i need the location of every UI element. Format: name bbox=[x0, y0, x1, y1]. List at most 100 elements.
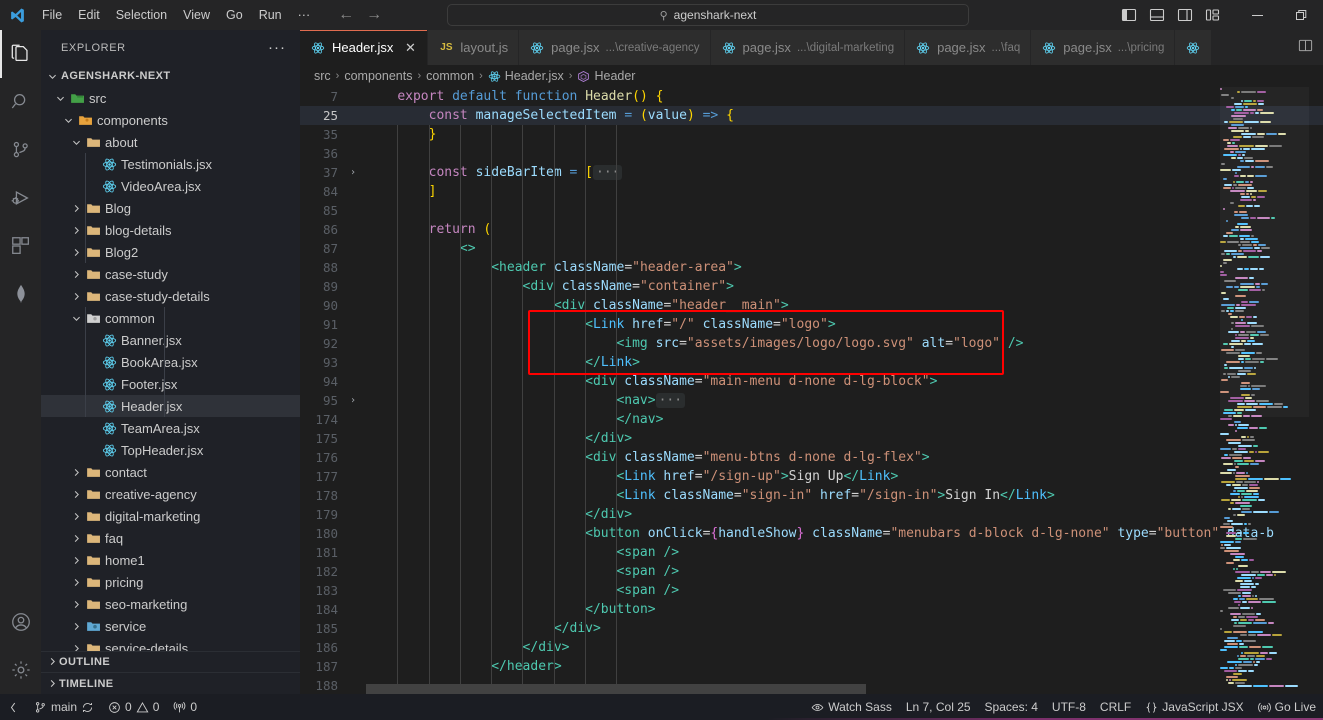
close-icon[interactable]: ✕ bbox=[403, 40, 417, 56]
code-line[interactable]: 36 bbox=[300, 144, 1323, 163]
window-restore-button[interactable] bbox=[1279, 0, 1323, 30]
editor-tab-page-jsx-faq[interactable]: page.jsx ...\faq bbox=[905, 30, 1032, 65]
code-line[interactable]: 175 </div> bbox=[300, 429, 1323, 448]
code-line[interactable]: 91 <Link href="/" className="logo"> bbox=[300, 315, 1323, 334]
tree-folder-contact[interactable]: contact bbox=[41, 461, 300, 483]
outline-section[interactable]: OUTLINE bbox=[41, 650, 300, 673]
code-lines[interactable]: 7 export default function Header() {25 c… bbox=[300, 87, 1323, 694]
tree-file-videoarea.jsx[interactable]: VideoArea.jsx bbox=[41, 175, 300, 197]
editor-tab-layout-js[interactable]: JS layout.js bbox=[428, 30, 520, 65]
menu-edit[interactable]: Edit bbox=[70, 4, 108, 26]
tree-folder-creative-agency[interactable]: creative-agency bbox=[41, 483, 300, 505]
status-language-mode[interactable]: JavaScript JSX bbox=[1138, 694, 1250, 720]
tree-folder-blog2[interactable]: Blog2 bbox=[41, 241, 300, 263]
customize-layout-icon[interactable] bbox=[1205, 7, 1221, 23]
code-line[interactable]: 177 <Link href="/sign-up">Sign Up</Link> bbox=[300, 467, 1323, 486]
code-line[interactable]: 183 <span /> bbox=[300, 581, 1323, 600]
tree-file-banner.jsx[interactable]: Banner.jsx bbox=[41, 329, 300, 351]
menu-view[interactable]: View bbox=[175, 4, 218, 26]
fold-chevron-icon[interactable]: › bbox=[346, 395, 360, 406]
code-line[interactable]: 25 const manageSelectedItem = (value) =>… bbox=[300, 106, 1323, 125]
editor-tab-header-jsx[interactable]: Header.jsx ✕ bbox=[300, 30, 429, 65]
file-tree[interactable]: AGENSHARK-NEXT src components about Testimon… bbox=[41, 65, 300, 651]
tree-file-testimonials.jsx[interactable]: Testimonials.jsx bbox=[41, 153, 300, 175]
status-eol[interactable]: CRLF bbox=[1093, 694, 1138, 720]
code-line[interactable]: 92 <img src="assets/images/logo/logo.svg… bbox=[300, 334, 1323, 353]
code-line[interactable]: 180 <button onClick={handleShow} classNa… bbox=[300, 524, 1323, 543]
tree-file-footer.jsx[interactable]: Footer.jsx bbox=[41, 373, 300, 395]
tree-folder-home1[interactable]: home1 bbox=[41, 549, 300, 571]
code-line[interactable]: 184 </button> bbox=[300, 600, 1323, 619]
code-line[interactable]: 187 </header> bbox=[300, 657, 1323, 676]
editor-tabs[interactable]: Header.jsx ✕ JS layout.js page.jsx ...\creati… bbox=[300, 30, 1323, 65]
code-line[interactable]: 182 <span /> bbox=[300, 562, 1323, 581]
breadcrumb[interactable]: src › components › common › Header.jsx › Header bbox=[300, 65, 1323, 87]
activity-extensions[interactable] bbox=[0, 222, 41, 270]
tree-folder-blog[interactable]: Blog bbox=[41, 197, 300, 219]
activity-settings[interactable] bbox=[0, 646, 41, 694]
status-branch[interactable]: main bbox=[27, 694, 101, 720]
status-remote-window[interactable] bbox=[0, 694, 27, 720]
window-minimize-button[interactable] bbox=[1235, 0, 1279, 30]
tree-folder-service-details[interactable]: service-details bbox=[41, 637, 300, 651]
status-ports[interactable]: 0 bbox=[166, 694, 204, 720]
tree-folder-service[interactable]: service bbox=[41, 615, 300, 637]
code-line[interactable]: 179 </div> bbox=[300, 505, 1323, 524]
tree-file-bookarea.jsx[interactable]: BookArea.jsx bbox=[41, 351, 300, 373]
code-line[interactable]: 185 </div> bbox=[300, 619, 1323, 638]
code-line[interactable]: 37 › const sideBarItem = [··· bbox=[300, 163, 1323, 182]
editor-tab-page-jsx-digital-marketing[interactable]: page.jsx ...\digital-marketing bbox=[710, 30, 906, 65]
tree-folder-common[interactable]: common bbox=[41, 307, 300, 329]
code-line[interactable]: 186 </div> bbox=[300, 638, 1323, 657]
code-line[interactable]: 176 <div className="menu-btns d-none d-l… bbox=[300, 448, 1323, 467]
editor-tab-page-jsx-creative-agency[interactable]: page.jsx ...\creative-agency bbox=[519, 30, 711, 65]
menu-go[interactable]: Go bbox=[218, 4, 251, 26]
status-watch-sass[interactable]: Watch Sass bbox=[804, 694, 899, 720]
menu-selection[interactable]: Selection bbox=[108, 4, 175, 26]
tree-file-topheader.jsx[interactable]: TopHeader.jsx bbox=[41, 439, 300, 461]
activity-search[interactable] bbox=[0, 78, 41, 126]
arrow-right-icon[interactable]: → bbox=[366, 7, 382, 23]
arrow-left-icon[interactable]: ← bbox=[338, 7, 354, 23]
code-line[interactable]: 174 </nav> bbox=[300, 410, 1323, 429]
tree-folder-digital-marketing[interactable]: digital-marketing bbox=[41, 505, 300, 527]
status-cursor-position[interactable]: Ln 7, Col 25 bbox=[899, 694, 978, 720]
breadcrumb-item-components[interactable]: components bbox=[344, 69, 412, 83]
explorer-more-actions[interactable]: ··· bbox=[268, 39, 294, 56]
activity-mongodb[interactable] bbox=[0, 270, 41, 318]
breadcrumb-item-header[interactable]: Header bbox=[577, 69, 635, 83]
timeline-section[interactable]: TIMELINE bbox=[41, 672, 300, 694]
status-encoding[interactable]: UTF-8 bbox=[1045, 694, 1093, 720]
code-line[interactable]: 178 <Link className="sign-in" href="/sig… bbox=[300, 486, 1323, 505]
quick-search-input[interactable]: ⚲ agenshark-next bbox=[447, 4, 969, 26]
code-line[interactable]: 93 </Link> bbox=[300, 353, 1323, 372]
activity-run-and-debug[interactable] bbox=[0, 174, 41, 222]
editor-tab-page-jsx-pricing[interactable]: page.jsx ...\pricing bbox=[1031, 30, 1176, 65]
menu-more[interactable]: ··· bbox=[290, 4, 319, 26]
minimap[interactable] bbox=[1220, 87, 1309, 694]
toggle-primary-sidebar-icon[interactable] bbox=[1121, 7, 1137, 23]
tree-file-teamarea.jsx[interactable]: TeamArea.jsx bbox=[41, 417, 300, 439]
breadcrumb-item-src[interactable]: src bbox=[314, 69, 331, 83]
tree-folder-blog-details[interactable]: blog-details bbox=[41, 219, 300, 241]
horizontal-scrollbar[interactable] bbox=[300, 684, 1309, 694]
status-go-live[interactable]: Go Live bbox=[1251, 694, 1323, 720]
minimap-slider[interactable] bbox=[1220, 87, 1309, 417]
activity-source-control[interactable] bbox=[0, 126, 41, 174]
editor-tab-extra[interactable] bbox=[1175, 30, 1213, 65]
toggle-panel-icon[interactable] bbox=[1149, 7, 1165, 23]
code-line[interactable]: 95 › <nav> ··· bbox=[300, 391, 1323, 410]
breadcrumb-item-header-jsx[interactable]: Header.jsx bbox=[488, 69, 564, 83]
code-line[interactable]: 85 bbox=[300, 201, 1323, 220]
code-editor[interactable]: 7 export default function Header() {25 c… bbox=[300, 87, 1323, 694]
activity-explorer[interactable] bbox=[0, 30, 41, 78]
breadcrumb-item-common[interactable]: common bbox=[426, 69, 474, 83]
toggle-secondary-sidebar-icon[interactable] bbox=[1177, 7, 1193, 23]
tree-folder-case-study-details[interactable]: case-study-details bbox=[41, 285, 300, 307]
code-line[interactable]: 89 <div className="container"> bbox=[300, 277, 1323, 296]
tree-folder-pricing[interactable]: pricing bbox=[41, 571, 300, 593]
tree-folder-about[interactable]: about bbox=[41, 131, 300, 153]
vertical-scrollbar[interactable] bbox=[1309, 87, 1323, 694]
code-line[interactable]: 86 return ( bbox=[300, 220, 1323, 239]
code-line[interactable]: 181 <span /> bbox=[300, 543, 1323, 562]
